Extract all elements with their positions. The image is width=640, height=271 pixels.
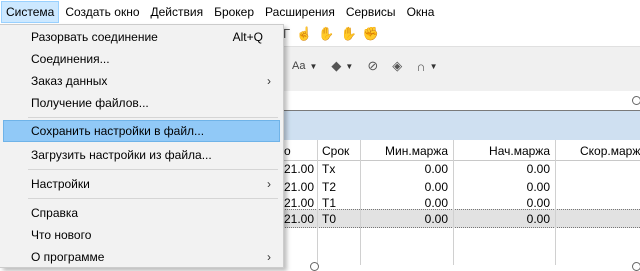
- menu-extensions[interactable]: Расширения: [260, 1, 340, 23]
- workspace-gap: [280, 91, 640, 109]
- menu-item-disconnect[interactable]: Разорвать соединение Alt+Q: [3, 26, 280, 48]
- menu-broker[interactable]: Брокер: [209, 1, 259, 23]
- column-header[interactable]: о: [284, 142, 318, 160]
- chevron-right-icon: ›: [267, 74, 271, 88]
- menu-bar: Система Создать окно Действия Брокер Рас…: [0, 0, 640, 25]
- table-header: о Срок Мин.маржа Нач.маржа Скор.марж: [280, 140, 640, 161]
- menu-item-settings[interactable]: Настройки ›: [3, 173, 280, 195]
- column-header-adj-margin[interactable]: Скор.марж: [580, 142, 640, 160]
- menu-separator: [28, 198, 278, 199]
- menu-item-label: Сохранить настройки в файл...: [31, 124, 205, 138]
- menu-item-receive-files[interactable]: Получение файлов...: [3, 92, 280, 114]
- cell-term: T0: [322, 212, 337, 226]
- table-row-selected[interactable]: 21.00 T0 0.00 0.00: [280, 209, 640, 228]
- system-dropdown-menu: Разорвать соединение Alt+Q Соединения...…: [0, 24, 284, 268]
- link-off-icon[interactable]: ⊘: [367, 58, 378, 74]
- menu-item-label: Настройки: [31, 177, 90, 191]
- column-header-term[interactable]: Срок: [322, 142, 362, 160]
- shortcut-label: Alt+Q: [232, 30, 263, 44]
- hand-grab-icon[interactable]: ✊: [363, 26, 379, 42]
- cell-value: 21.00: [284, 162, 315, 176]
- text-cursor-icon[interactable]: Γ: [283, 26, 290, 42]
- panel-header: [280, 110, 640, 141]
- hand-pointer-icon[interactable]: ☝: [296, 26, 312, 42]
- column-divider: [555, 140, 556, 265]
- menu-item-load-settings[interactable]: Загрузить настройки из файла...: [3, 144, 280, 166]
- menu-new-window[interactable]: Создать окно: [60, 1, 144, 23]
- cell-term: Tx: [322, 162, 336, 176]
- menu-item-label: Разорвать соединение: [31, 30, 158, 44]
- menu-item-connections[interactable]: Соединения...: [3, 48, 280, 70]
- menu-actions[interactable]: Действия: [146, 1, 209, 23]
- menu-item-help[interactable]: Справка: [3, 202, 280, 224]
- chevron-right-icon: ›: [267, 250, 271, 264]
- menu-item-save-settings[interactable]: Сохранить настройки в файл...: [3, 120, 280, 142]
- menu-item-label: Соединения...: [31, 52, 110, 66]
- magnet-icon[interactable]: ∩: [416, 59, 425, 74]
- resize-handle[interactable]: [632, 96, 640, 105]
- cell-init-margin: 0.00: [526, 162, 550, 176]
- menu-system[interactable]: Система: [1, 1, 60, 23]
- menu-item-about[interactable]: О программе ›: [3, 246, 280, 268]
- chevron-down-icon[interactable]: ▼: [345, 62, 353, 71]
- cell-min-margin: 0.00: [424, 212, 448, 226]
- menu-item-label: О программе: [31, 250, 105, 264]
- cell-min-margin: 0.00: [424, 162, 448, 176]
- chevron-down-icon[interactable]: ▼: [430, 62, 438, 71]
- column-divider: [453, 140, 454, 265]
- fill-color-icon[interactable]: ◆: [331, 58, 341, 74]
- hand-multi-icon[interactable]: ✋: [341, 26, 357, 42]
- menu-item-whats-new[interactable]: Что нового: [3, 224, 280, 246]
- column-header-min-margin[interactable]: Мин.маржа: [364, 142, 448, 160]
- menu-item-label: Справка: [31, 206, 79, 220]
- toolbar-icons: Γ ☝ ✋ ✋ ✊: [283, 26, 379, 42]
- column-divider: [317, 140, 318, 265]
- column-divider: [360, 140, 361, 265]
- shape-icon[interactable]: ◈: [392, 58, 402, 74]
- cell-value: 21.00: [284, 212, 315, 226]
- menu-separator: [28, 169, 278, 170]
- menu-item-label: Загрузить настройки из файла...: [31, 148, 212, 162]
- menu-services[interactable]: Сервисы: [341, 1, 401, 23]
- cell-init-margin: 0.00: [526, 212, 550, 226]
- chevron-down-icon[interactable]: ▼: [309, 62, 317, 71]
- chevron-right-icon: ›: [267, 177, 271, 191]
- menu-item-label: Получение файлов...: [31, 96, 149, 110]
- menu-separator: [28, 117, 278, 118]
- drawing-tools: Aa ▼ ◆ ▼ ⊘ ◈ ∩ ▼: [292, 58, 437, 74]
- table-row[interactable]: 21.00 Tx 0.00 0.00: [280, 160, 640, 178]
- column-header-init-margin[interactable]: Нач.маржа: [454, 142, 550, 160]
- menu-item-data-order[interactable]: Заказ данных ›: [3, 70, 280, 92]
- menu-windows[interactable]: Окна: [402, 1, 440, 23]
- menu-item-label: Заказ данных: [31, 74, 108, 88]
- hand-drag-icon[interactable]: ✋: [318, 26, 334, 42]
- menu-item-label: Что нового: [31, 228, 92, 242]
- font-size-button[interactable]: Aa: [292, 60, 305, 72]
